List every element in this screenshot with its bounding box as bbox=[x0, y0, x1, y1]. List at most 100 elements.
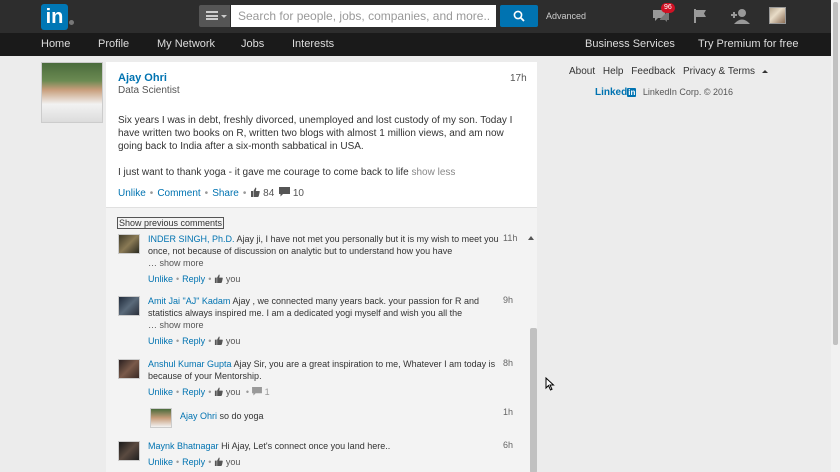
messages-badge: 96 bbox=[661, 3, 675, 13]
advanced-search-link[interactable]: Advanced bbox=[546, 11, 586, 21]
post-author-headline: Data Scientist bbox=[118, 85, 180, 96]
search-button[interactable] bbox=[500, 5, 538, 27]
commenter-avatar[interactable] bbox=[118, 441, 140, 461]
separator-dot: • bbox=[204, 188, 209, 199]
separator-dot: • bbox=[149, 188, 154, 199]
footer-feedback-link[interactable]: Feedback bbox=[631, 66, 675, 77]
comment-reply-button[interactable]: Reply bbox=[182, 336, 205, 346]
page-scrollbar[interactable] bbox=[831, 0, 840, 472]
separator-dot: • bbox=[242, 188, 247, 199]
commenter-avatar[interactable] bbox=[118, 359, 140, 379]
comments-section: Show previous comments INDER SINGH, Ph.D… bbox=[106, 207, 537, 472]
comment-unlike-button[interactable]: Unlike bbox=[148, 274, 173, 284]
comment-reply-button[interactable]: Reply bbox=[182, 274, 205, 284]
linkedin-wordmark-in: in bbox=[627, 88, 637, 97]
reply-author-name[interactable]: Ajay Ohri bbox=[180, 411, 217, 421]
show-more-link[interactable]: … show more bbox=[148, 320, 204, 330]
nav-home[interactable]: Home bbox=[41, 38, 70, 50]
thumbs-up-icon bbox=[215, 457, 224, 466]
comments-count[interactable]: 10 bbox=[293, 188, 304, 199]
post-body-line2: I just want to thank yoga - it gave me c… bbox=[118, 167, 455, 178]
comment-bubble-icon bbox=[252, 387, 262, 396]
search-input[interactable] bbox=[231, 5, 496, 27]
share-button[interactable]: Share bbox=[212, 188, 239, 199]
comment-time: 8h bbox=[503, 358, 514, 368]
reply-item: Ajay Ohri so do yoga 1h bbox=[150, 407, 513, 435]
comment-unlike-button[interactable]: Unlike bbox=[148, 336, 173, 346]
show-less-link[interactable]: show less bbox=[412, 167, 456, 178]
separator-dot: • bbox=[176, 387, 180, 397]
separator-dot: • bbox=[208, 457, 212, 467]
nav-interests[interactable]: Interests bbox=[292, 38, 334, 50]
likes-count[interactable]: 84 bbox=[263, 188, 274, 199]
commenter-avatar[interactable] bbox=[118, 234, 140, 254]
show-previous-comments-button[interactable]: Show previous comments bbox=[117, 217, 225, 229]
comment-body: Hi Ajay, Let's connect once you land her… bbox=[221, 441, 391, 451]
comment-item: Anshul Kumar Gupta Ajay Sir, you are a g… bbox=[118, 358, 513, 403]
unlike-button[interactable]: Unlike bbox=[118, 188, 146, 199]
commenter-name[interactable]: Anshul Kumar Gupta bbox=[148, 359, 232, 369]
comment-likes[interactable]: you bbox=[226, 387, 241, 397]
thumbs-up-icon bbox=[251, 187, 261, 197]
comments-scroll-up-icon[interactable] bbox=[528, 236, 534, 240]
post-author-name[interactable]: Ajay Ohri bbox=[118, 72, 167, 84]
separator-dot: • bbox=[208, 274, 212, 284]
reply-avatar[interactable] bbox=[150, 408, 172, 428]
comment-unlike-button[interactable]: Unlike bbox=[148, 387, 173, 397]
add-connection-icon[interactable] bbox=[730, 8, 750, 24]
profile-avatar[interactable] bbox=[769, 7, 786, 24]
reply-text: Ajay Ohri so do yoga bbox=[180, 410, 532, 422]
nav-my-network[interactable]: My Network bbox=[157, 38, 215, 50]
nav-try-premium[interactable]: Try Premium for free bbox=[698, 38, 798, 50]
comment-item: Amit Jai "AJ" Kadam Ajay , we connected … bbox=[118, 295, 513, 350]
search-icon bbox=[513, 10, 525, 22]
comment-item: Maynk Bhatnagar Hi Ajay, Let's connect o… bbox=[118, 440, 513, 472]
nav-profile[interactable]: Profile bbox=[98, 38, 129, 50]
footer-about-link[interactable]: About bbox=[569, 66, 595, 77]
comment-button[interactable]: Comment bbox=[157, 188, 200, 199]
nav-business-services[interactable]: Business Services bbox=[585, 38, 675, 50]
reply-time: 1h bbox=[503, 407, 514, 417]
comment-actions: Unlike • Reply • you • 1 bbox=[148, 387, 270, 397]
post-time: 17h bbox=[510, 73, 527, 84]
logo-dot bbox=[69, 20, 74, 25]
commenter-avatar[interactable] bbox=[118, 296, 140, 316]
linkedin-logo[interactable]: in bbox=[41, 4, 68, 30]
comment-time: 6h bbox=[503, 440, 514, 450]
comment-likes[interactable]: you bbox=[226, 457, 241, 467]
comment-actions: Unlike • Reply • you bbox=[148, 457, 240, 467]
reply-body: so do yoga bbox=[219, 411, 264, 421]
comment-actions: Unlike • Reply • you bbox=[148, 274, 240, 284]
author-photo[interactable] bbox=[41, 62, 103, 123]
comment-item: INDER SINGH, Ph.D. Ajay ji, I have not m… bbox=[118, 233, 517, 288]
commenter-name[interactable]: Maynk Bhatnagar bbox=[148, 441, 219, 451]
post-body: Six years I was in debt, freshly divorce… bbox=[118, 115, 513, 152]
comment-text: Amit Jai "AJ" Kadam Ajay , we connected … bbox=[148, 295, 500, 331]
footer-privacy-terms-link[interactable]: Privacy & Terms bbox=[683, 66, 773, 77]
commenter-name[interactable]: INDER SINGH, Ph.D. bbox=[148, 234, 235, 244]
thumbs-up-icon bbox=[215, 274, 224, 283]
separator-dot: • bbox=[208, 336, 212, 346]
comment-reply-button[interactable]: Reply bbox=[182, 457, 205, 467]
thumbs-up-icon bbox=[215, 387, 224, 396]
comment-likes[interactable]: you bbox=[226, 336, 241, 346]
comment-actions: Unlike • Reply • you bbox=[148, 336, 240, 346]
comment-reply-button[interactable]: Reply bbox=[182, 387, 205, 397]
comment-likes[interactable]: you bbox=[226, 274, 241, 284]
comment-bubble-icon bbox=[279, 187, 291, 197]
comment-unlike-button[interactable]: Unlike bbox=[148, 457, 173, 467]
footer-help-link[interactable]: Help bbox=[603, 66, 624, 77]
search-category-dropdown[interactable] bbox=[199, 5, 230, 27]
nav-jobs[interactable]: Jobs bbox=[241, 38, 264, 50]
nav-bar: Home Profile My Network Jobs Interests B… bbox=[0, 33, 831, 56]
comment-time: 11h bbox=[503, 233, 518, 243]
replies-count[interactable]: 1 bbox=[265, 387, 270, 397]
chevron-down-icon bbox=[221, 15, 227, 18]
comments-scrollbar-thumb[interactable] bbox=[530, 328, 537, 472]
post-actions: Unlike • Comment • Share • 84 10 bbox=[118, 187, 304, 199]
show-more-link[interactable]: … show more bbox=[148, 258, 204, 268]
page-scrollbar-thumb[interactable] bbox=[833, 2, 838, 345]
top-bar: in Advanced 96 bbox=[0, 0, 831, 33]
flag-icon[interactable] bbox=[692, 8, 708, 24]
commenter-name[interactable]: Amit Jai "AJ" Kadam bbox=[148, 296, 230, 306]
